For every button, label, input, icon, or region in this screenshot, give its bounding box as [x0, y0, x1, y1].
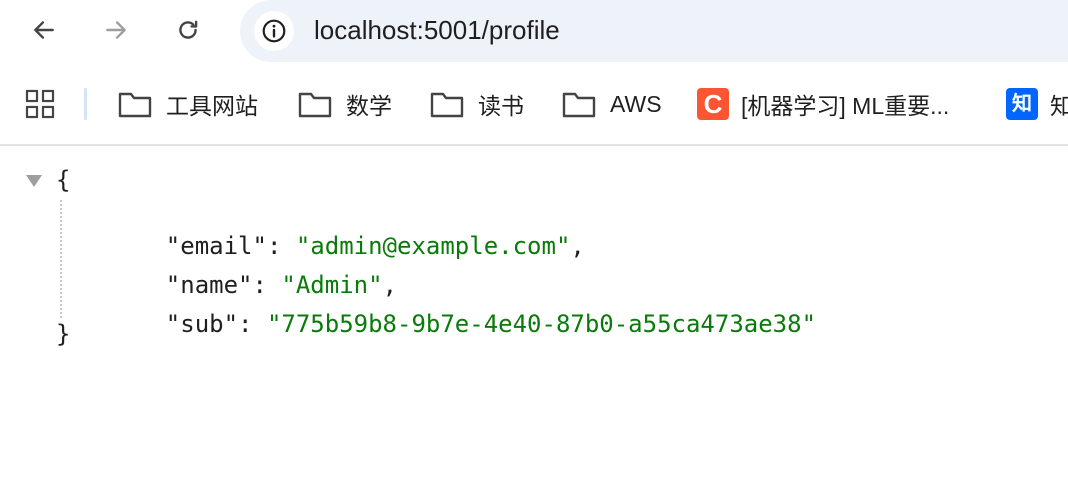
bookmark-folder-tools[interactable]: 工具网站 [118, 84, 258, 124]
bookmark-folder-aws[interactable]: AWS [562, 84, 662, 124]
bookmark-folder-math[interactable]: 数学 [298, 84, 392, 124]
forward-button[interactable] [96, 10, 136, 50]
arrow-right-icon [106, 21, 126, 39]
url-text[interactable]: localhost:5001/profile [314, 15, 560, 46]
json-viewer: { "email": "admin@example.com", "name": … [0, 146, 1068, 480]
collapse-toggle-icon[interactable] [26, 175, 42, 187]
bookmark-folder-reading[interactable]: 读书 [430, 84, 524, 124]
bookmark-ml-article[interactable]: C [机器学习] ML重要... [697, 84, 949, 124]
arrow-left-icon [34, 21, 54, 39]
bookmark-label: 知 [1050, 93, 1068, 119]
bookmark-label: [机器学习] ML重要... [741, 93, 950, 119]
site-info-button[interactable] [254, 11, 294, 51]
json-entry-sub: "sub": "775b59b8-9b7e-4e40-87b0-a55ca473… [108, 282, 816, 366]
folder-icon [430, 92, 464, 118]
bookmark-label: 工具网站 [166, 93, 258, 119]
apps-grid-icon[interactable] [24, 88, 56, 120]
open-brace: { [56, 166, 71, 194]
bookmarks-bar: 工具网站 数学 读书 AWS C [机器学习] ML重要... 知 知 [0, 64, 1068, 144]
bookmark-label: AWS [610, 90, 662, 117]
info-icon [262, 19, 286, 43]
bookmark-label: 读书 [478, 93, 524, 119]
reload-button[interactable] [168, 10, 208, 50]
address-bar[interactable]: localhost:5001/profile [240, 0, 1068, 62]
json-string-value: "775b59b8-9b7e-4e40-87b0-a55ca473ae38" [266, 310, 817, 338]
folder-icon [118, 92, 152, 118]
folder-icon [562, 92, 596, 118]
folder-icon [298, 92, 332, 118]
indent-guide [60, 200, 62, 318]
json-separator: : [238, 310, 267, 338]
close-brace: } [56, 320, 71, 348]
bookmarks-separator [84, 88, 87, 120]
reload-icon [179, 20, 198, 39]
json-comma: , [570, 232, 585, 260]
zhihu-icon: 知 [1006, 88, 1038, 120]
back-button[interactable] [24, 10, 64, 50]
json-key: "sub" [165, 310, 239, 338]
browser-toolbar: localhost:5001/profile [0, 0, 1068, 64]
csdn-icon: C [697, 88, 729, 120]
bookmark-zhihu[interactable]: 知 知 [1006, 84, 1068, 124]
bookmark-label: 数学 [346, 93, 392, 119]
